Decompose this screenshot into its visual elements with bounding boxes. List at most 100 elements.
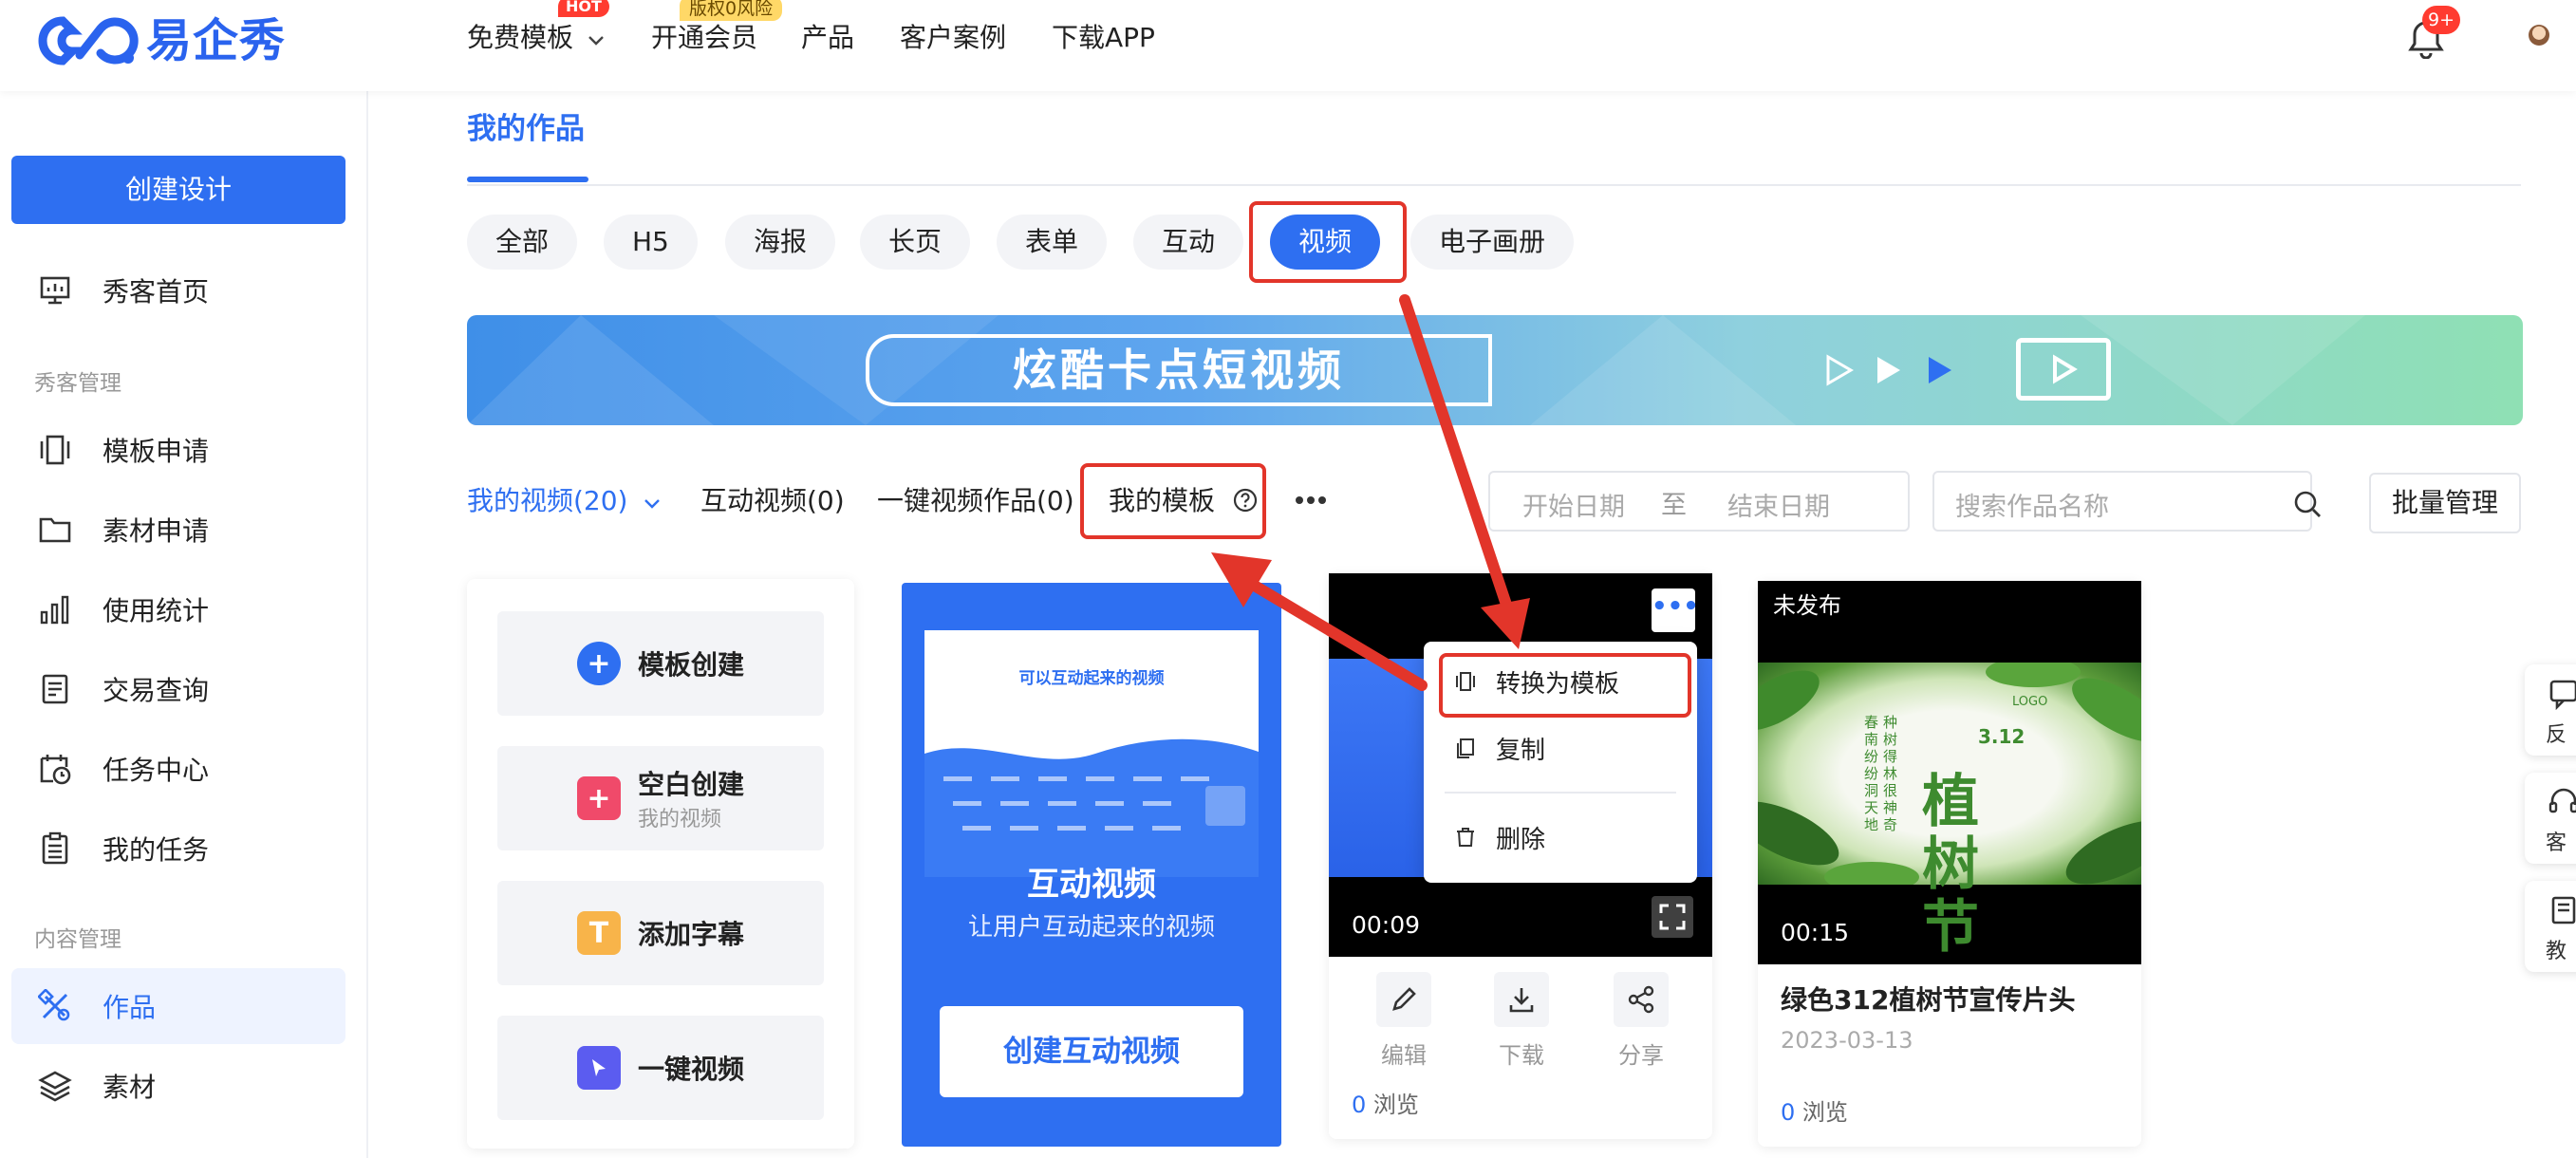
category-form[interactable]: 表单 [997,215,1108,270]
one-click-video-button[interactable]: 一键视频 [497,1016,824,1120]
design-tools-icon [36,987,74,1025]
date-separator: 至 [1661,491,1687,520]
art-vertical-char: 得 [1883,748,1898,765]
search-input[interactable]: 搜索作品名称 [1932,471,2321,532]
sidebar-item-label: 使用统计 [103,595,210,626]
sidebar-item-usage-stats[interactable]: 使用统计 [11,571,345,647]
option-label: 添加字幕 [637,919,744,950]
banner-pattern [467,315,2365,425]
receipt-icon [36,670,74,708]
chevron-down-icon [644,499,661,509]
download-action[interactable]: 下载 [1469,972,1574,1070]
art-vertical-char: 纷 [1864,748,1879,765]
create-blank-button[interactable]: + 空白创建 我的视频 [497,746,824,850]
category-long-page[interactable]: 长页 [860,215,971,270]
notification-badge: 9+ [2422,6,2461,34]
category-all[interactable]: 全部 [467,215,578,270]
highlight-video-category [1249,201,1407,283]
sidebar-item-template-apply[interactable]: 模板申请 [11,412,345,488]
video-thumbnail[interactable]: 植 树 节 3.12 LOGO 春 南 纷 纷 洞 天 地 种 树 得 林 很 … [1758,581,2141,964]
nav-cases[interactable]: 客户案例 [900,17,1006,59]
preview-title: 可以互动起来的视频 [1018,669,1165,688]
search-placeholder: 搜索作品名称 [1955,493,2109,522]
tab-divider [467,184,2521,186]
download-icon [1494,972,1549,1027]
sidebar-item-my-tasks[interactable]: 我的任务 [11,811,345,887]
search-icon[interactable] [2293,490,2322,518]
category-interactive[interactable]: 互动 [1133,215,1244,270]
plus-square-icon: + [576,776,621,820]
highlight-convert-to-template [1439,653,1691,718]
create-interactive-video-button[interactable]: 创建互动视频 [940,1006,1243,1097]
option-sublabel: 我的视频 [637,808,721,831]
view-count: 0 浏览 [1781,1093,1848,1127]
create-from-template-button[interactable]: + 模板创建 [497,611,824,716]
nav-products[interactable]: 产品 [801,17,854,59]
subtab-my-videos-label: 我的视频(20) [467,485,628,516]
delete-item[interactable]: 删除 [1454,816,1545,858]
sidebar-item-label: 交易查询 [103,675,210,706]
book-icon [2551,896,2576,925]
more-icon[interactable] [1295,494,1327,507]
create-design-button[interactable]: 创建设计 [11,156,345,224]
brand-logo[interactable]: 易企秀 [34,8,347,74]
sidebar-item-home[interactable]: 秀客首页 [11,252,345,328]
share-action[interactable]: 分享 [1589,972,1693,1070]
art-char: 节 [1922,894,1979,961]
art-vertical-char: 很 [1883,782,1898,799]
avatar[interactable] [2529,25,2549,46]
edit-action[interactable]: 编辑 [1352,972,1456,1070]
nav-download-app[interactable]: 下载APP [1052,17,1155,59]
fullscreen-icon[interactable] [1652,896,1693,938]
status-badge: 未发布 [1758,581,1857,630]
category-poster[interactable]: 海报 [725,215,836,270]
add-subtitles-button[interactable]: T 添加字幕 [497,881,824,985]
tree-festival-image: 植 树 节 3.12 LOGO 春 南 纷 纷 洞 天 地 种 树 得 林 很 … [1758,663,2141,959]
sidebar-item-transactions[interactable]: 交易查询 [11,651,345,727]
copy-item[interactable]: 复制 [1454,727,1545,769]
sidebar-item-materials[interactable]: 素材 [11,1048,345,1124]
art-date: 3.12 [1978,725,2025,748]
sidebar-item-task-center[interactable]: 任务中心 [11,731,345,807]
customer-service-tool[interactable]: 客 [2525,773,2576,864]
sidebar-item-works[interactable]: 作品 [11,968,345,1044]
bar-chart-icon [36,590,74,628]
art-vertical-char: 林 [1883,765,1898,782]
subtab-my-videos[interactable]: 我的视频(20) [467,480,661,522]
nav-free-templates[interactable]: 免费模板 [467,17,605,59]
sidebar-item-material-apply[interactable]: 素材申请 [11,492,345,568]
start-date-field[interactable]: 开始日期 [1522,486,1625,523]
interactive-subtitle: 让用户互动起来的视频 [967,913,1215,942]
annotation-arrows [1211,294,1530,691]
view-count: 0 浏览 [1352,1086,1419,1119]
trash-icon [1457,828,1474,847]
brand-name: 易企秀 [146,14,287,67]
float-tool-label: 反 [2546,723,2567,747]
play-arrows-icon [1826,354,1951,386]
sidebar-item-label: 模板申请 [103,436,210,467]
option-label: 模板创建 [637,649,744,681]
interactive-video-card[interactable]: 可以互动起来的视频 互动视频 让用户互动起来的视频 创建互动视频 [902,583,1281,1147]
option-text: 空白创建 我的视频 [638,764,744,832]
tutorial-tool[interactable]: 教 [2525,881,2576,972]
work-title[interactable]: 绿色312植树节宣传片头 [1781,980,2075,1018]
nav-free-templates-label: 免费模板 [467,22,574,53]
nav-membership[interactable]: 开通会员 [651,17,757,59]
art-logo: LOGO [2012,695,2048,709]
batch-manage-button[interactable]: 批量管理 [2369,473,2521,533]
promo-banner[interactable]: 炫酷卡点短视频 [467,315,2523,425]
category-ebook[interactable]: 电子画册 [1410,215,1575,270]
subtab-interactive-videos[interactable]: 互动视频(0) [700,480,845,522]
feedback-tool[interactable]: 反 [2525,664,2576,756]
art-char: 植 [1922,769,1979,835]
subtab-one-click-videos[interactable]: 一键视频作品(0) [877,480,1074,522]
category-h5[interactable]: H5 [604,215,698,270]
more-options-button[interactable]: ••• [1652,588,1699,632]
view-count-number: 0 [1352,1092,1367,1118]
page-title[interactable]: 我的作品 [467,106,585,152]
art-vertical-char: 种 [1883,714,1898,731]
tree-festival-video-card[interactable]: 植 树 节 3.12 LOGO 春 南 纷 纷 洞 天 地 种 树 得 林 很 … [1758,581,2141,1147]
date-range-picker[interactable]: 开始日期 至 结束日期 [1488,471,1910,532]
float-tool-label: 客 [2546,831,2567,855]
end-date-field[interactable]: 结束日期 [1727,486,1830,523]
